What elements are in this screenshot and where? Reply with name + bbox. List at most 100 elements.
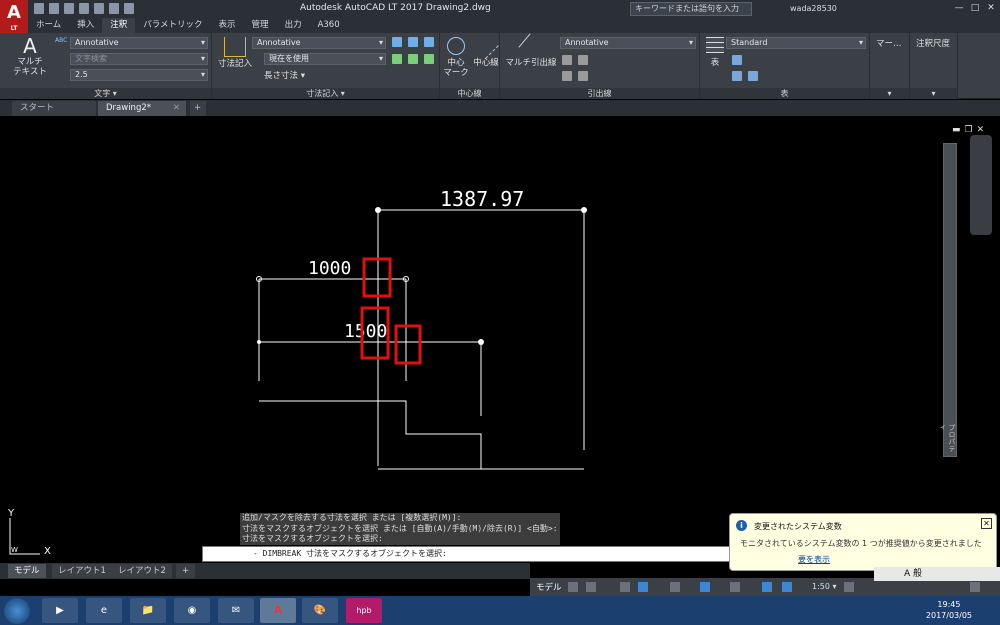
tab-start[interactable]: スタート	[12, 101, 96, 116]
properties-palette-bar[interactable]: プロパティ	[938, 143, 957, 457]
selection-cycle-icon[interactable]	[730, 582, 740, 592]
new-icon[interactable]	[34, 3, 44, 14]
table-tool-icon-2[interactable]	[732, 71, 742, 81]
minimize-button[interactable]: —	[952, 2, 966, 14]
text-height-combo[interactable]: 2.5	[70, 69, 208, 81]
add-layout-button[interactable]: +	[176, 564, 196, 578]
dim-tool-icon-5[interactable]	[408, 54, 418, 64]
customize-icon[interactable]	[970, 582, 980, 592]
viewport-close-icon[interactable]: ✕	[977, 125, 985, 135]
dim-tool-icon-6[interactable]	[424, 54, 434, 64]
ie-icon[interactable]: e	[86, 598, 122, 623]
dim-text-top: 1387.97	[440, 187, 524, 211]
viewport-minimize-icon[interactable]: ▬	[952, 125, 961, 135]
save-as-icon[interactable]	[79, 3, 89, 14]
table-tool-icon-3[interactable]	[748, 71, 758, 81]
polar-icon[interactable]	[638, 582, 648, 592]
annotation-visibility-icon[interactable]	[762, 582, 772, 592]
dim-tool-icon-2[interactable]	[408, 37, 418, 47]
osnap-icon[interactable]	[670, 582, 680, 592]
print-icon[interactable]	[94, 3, 104, 14]
command-input[interactable]: - DIMBREAK 寸法をマスクするオブジェクトを選択:	[202, 546, 800, 562]
drawing-canvas[interactable]: 1387.97 1000 1500 Y X W	[0, 116, 1000, 563]
app-menu-button[interactable]: A LT	[0, 0, 28, 33]
maximize-button[interactable]: □	[968, 2, 982, 14]
tab-layout2[interactable]: レイアウト2	[112, 564, 172, 578]
centerline-button[interactable]: 中心線	[472, 33, 500, 68]
find-text-input[interactable]: 文字検索	[70, 53, 208, 65]
markup-label[interactable]: マー…	[876, 39, 902, 49]
table-tool-icon-1[interactable]	[732, 55, 742, 65]
dim-text-1500: 1500	[344, 321, 387, 342]
table-style-combo[interactable]: Standard	[726, 37, 866, 49]
grid-icon[interactable]	[568, 582, 578, 592]
annotation-scale-combo[interactable]: 1:50 ▾	[812, 582, 837, 591]
annotation-scale-label[interactable]: 注釈尺度	[916, 39, 950, 49]
tab-model[interactable]: モデル	[8, 564, 46, 578]
properties-label: プロパティ	[938, 424, 956, 452]
app-logo-sub: LT	[10, 25, 18, 32]
tab-parametric[interactable]: パラメトリック	[135, 18, 210, 33]
leader-tool-icon-1[interactable]	[562, 55, 572, 65]
abc-spellcheck-icon[interactable]: ABC	[55, 36, 67, 46]
dim-style-combo[interactable]: Annotative	[252, 37, 386, 49]
mail-icon[interactable]: ✉	[218, 598, 254, 623]
workspace-gear-icon[interactable]	[844, 582, 854, 592]
close-button[interactable]: ✕	[984, 2, 998, 14]
tab-output[interactable]: 出力	[277, 18, 310, 33]
dimension-panel-label[interactable]: 寸法記入 ▾	[212, 88, 439, 99]
close-tab-icon[interactable]: ✕	[173, 101, 180, 116]
open-icon[interactable]	[49, 3, 59, 14]
lineweight-icon[interactable]	[700, 582, 710, 592]
dim-tool-icon-4[interactable]	[392, 54, 402, 64]
new-tab-button[interactable]: +	[190, 101, 206, 116]
navigation-bar[interactable]	[970, 135, 992, 235]
leader-tool-icon-4[interactable]	[578, 71, 588, 81]
notification-close-button[interactable]: ✕	[981, 518, 992, 529]
tab-view[interactable]: 表示	[211, 18, 244, 33]
table-button[interactable]: 表	[704, 37, 726, 68]
chrome-icon[interactable]: ◉	[174, 598, 210, 623]
center-mark-button[interactable]: 中心 マーク	[442, 37, 470, 78]
search-input[interactable]: キーワードまたは語句を入力	[630, 2, 752, 16]
text-panel-label[interactable]: 文字 ▾	[0, 88, 211, 99]
clock[interactable]: 19:45 2017/03/05	[926, 599, 972, 621]
ribbon-tabs: ホーム 挿入 注釈 パラメトリック 表示 管理 出力 A360	[28, 18, 1000, 33]
auto-scale-icon[interactable]	[782, 582, 792, 592]
linear-dim-button[interactable]: 長さ寸法 ▾	[264, 71, 305, 81]
viewport-restore-icon[interactable]: ❐	[965, 125, 973, 135]
tab-annotate[interactable]: 注釈	[102, 18, 136, 33]
dim-layer-combo[interactable]: 現在を使用	[264, 53, 386, 65]
user-name[interactable]: wada28530	[790, 4, 837, 13]
tab-a360[interactable]: A360	[310, 18, 348, 33]
dimension-button[interactable]: 寸法記入	[216, 35, 254, 69]
explorer-icon[interactable]: 📁	[130, 598, 166, 623]
dim-tool-icon-1[interactable]	[392, 37, 402, 47]
redo-icon[interactable]	[124, 3, 134, 14]
snap-icon[interactable]	[586, 582, 596, 592]
hpb-icon[interactable]: hpb	[346, 598, 382, 623]
tab-layout1[interactable]: レイアウト1	[52, 564, 112, 578]
leader-tool-icon-3[interactable]	[562, 71, 572, 81]
multileader-label: マルチ引出線	[505, 58, 557, 68]
leader-style-combo[interactable]: Annotative	[560, 37, 696, 49]
start-button[interactable]	[4, 598, 30, 624]
ortho-icon[interactable]	[620, 582, 630, 592]
leader-tool-icon-2[interactable]	[578, 55, 588, 65]
dim-tool-icon-3[interactable]	[424, 37, 434, 47]
tab-insert[interactable]: 挿入	[69, 18, 102, 33]
ime-toolbar[interactable]: A 般	[874, 567, 1000, 581]
multileader-button[interactable]: マルチ引出線	[504, 33, 558, 68]
model-space-button[interactable]: モデル	[536, 581, 562, 593]
tab-home[interactable]: ホーム	[28, 18, 69, 33]
tab-drawing2[interactable]: Drawing2* ✕	[98, 101, 186, 116]
tab-manage[interactable]: 管理	[244, 18, 277, 33]
paint-icon[interactable]: 🎨	[302, 598, 338, 623]
multiline-text-button[interactable]: A マルチ テキスト	[8, 35, 52, 77]
autocad-taskbar-icon[interactable]: A	[260, 598, 296, 623]
undo-icon[interactable]	[109, 3, 119, 14]
media-player-icon[interactable]: ▶	[42, 598, 78, 623]
text-style-combo[interactable]: Annotative	[70, 37, 208, 49]
notification-link[interactable]: 要を表示	[798, 554, 830, 565]
save-icon[interactable]	[64, 3, 74, 14]
